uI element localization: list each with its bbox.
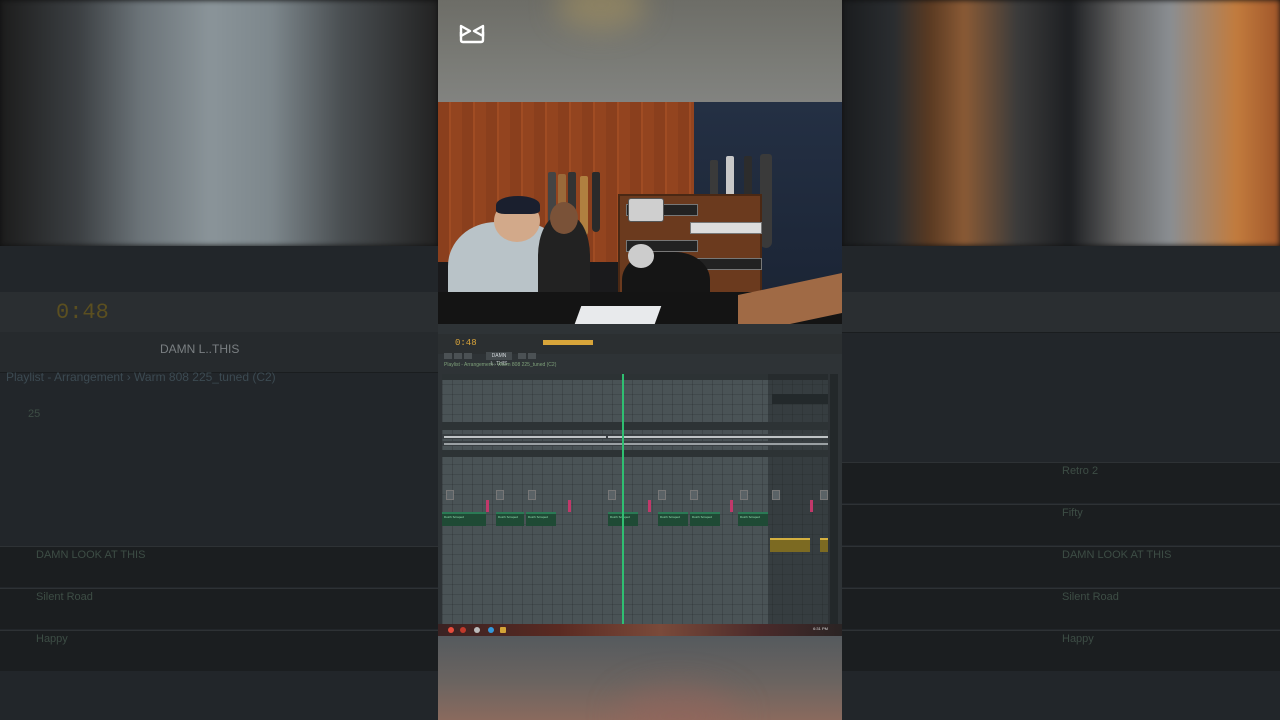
right-ghost-track-1-name: Retro 2 bbox=[1062, 465, 1099, 477]
playlist-title: Playlist - Arrangement › Warm 808 225_tu… bbox=[444, 362, 557, 368]
studio-video bbox=[438, 102, 842, 324]
left-ghost-track-3-name: Happy bbox=[36, 633, 68, 645]
left-ghost-track-1-name: DAMN LOOK AT THIS bbox=[36, 549, 146, 561]
guitar-icon bbox=[592, 172, 600, 232]
left-ghost-time: 0:48 bbox=[56, 300, 109, 325]
pattern-clip[interactable] bbox=[690, 490, 698, 500]
audio-clip-green[interactable]: Dutch Scraped bbox=[496, 512, 524, 526]
clip-label: Dutch Scraped bbox=[692, 515, 712, 519]
playlist-scrollbar[interactable] bbox=[830, 374, 838, 624]
right-ghost-track-1 bbox=[842, 462, 1280, 503]
left-ghost-pattern: DAMN L..THIS bbox=[160, 342, 240, 356]
play-button[interactable] bbox=[444, 353, 452, 359]
left-ghost-playlist-title: Playlist - Arrangement › Warm 808 225_tu… bbox=[6, 370, 276, 384]
record-button[interactable] bbox=[464, 353, 472, 359]
capcut-logo-icon bbox=[459, 24, 485, 44]
pattern-clip[interactable] bbox=[528, 490, 536, 500]
windows-taskbar: 6:31 PM bbox=[438, 624, 842, 636]
audio-clip-green[interactable]: Dutch Scraped bbox=[526, 512, 556, 526]
snap-button[interactable] bbox=[518, 353, 526, 359]
pattern-clip[interactable] bbox=[608, 490, 616, 500]
stop-button[interactable] bbox=[454, 353, 462, 359]
audio-clip[interactable] bbox=[444, 436, 606, 438]
pattern-selector[interactable]: DAMN L..THIS bbox=[486, 352, 512, 367]
fl-studio-screen: 0:48 DAMN L..THIS Playlist - Arrangement… bbox=[438, 324, 842, 636]
playhead[interactable] bbox=[622, 374, 624, 624]
left-blurred-daw: 0:48 DAMN L..THIS Playlist - Arrangement… bbox=[0, 246, 438, 720]
pattern-clip[interactable] bbox=[496, 490, 504, 500]
app-icon[interactable] bbox=[488, 627, 494, 633]
pattern-clip-pink[interactable] bbox=[730, 500, 733, 512]
audio-clip-yellow[interactable] bbox=[820, 538, 828, 552]
app-icon[interactable] bbox=[448, 627, 454, 633]
track-lane bbox=[772, 394, 828, 404]
clip-label: Dutch Scraped bbox=[528, 515, 548, 519]
pattern-clip[interactable] bbox=[740, 490, 748, 500]
audio-clip-green[interactable]: Dutch Scraped bbox=[738, 512, 768, 526]
person-middle-face bbox=[550, 202, 578, 234]
waveform-preview bbox=[543, 340, 593, 345]
cap bbox=[496, 196, 540, 214]
laptop bbox=[574, 306, 662, 324]
right-ghost-track-2-name: Fifty bbox=[1062, 507, 1083, 519]
right-ghost-track-5-name: Happy bbox=[1062, 633, 1094, 645]
app-icon[interactable] bbox=[474, 627, 480, 633]
pattern-clip[interactable] bbox=[446, 490, 454, 500]
boombox bbox=[628, 198, 664, 222]
audio-clip-yellow[interactable] bbox=[770, 538, 810, 552]
pattern-clip[interactable] bbox=[658, 490, 666, 500]
track-lane bbox=[442, 422, 828, 430]
audio-clip[interactable] bbox=[444, 443, 828, 445]
right-ghost-toolbar bbox=[842, 292, 1280, 333]
right-blurred-background: Retro 2 Fifty DAMN LOOK AT THIS Silent R… bbox=[842, 0, 1280, 720]
pattern-clip-pink[interactable] bbox=[486, 500, 489, 512]
tool-button[interactable] bbox=[528, 353, 536, 359]
right-blurred-daw: Retro 2 Fifty DAMN LOOK AT THIS Silent R… bbox=[842, 246, 1280, 720]
daw-toolbar bbox=[438, 334, 842, 354]
clip-label: Dutch Scraped bbox=[610, 515, 630, 519]
person-right-hat bbox=[628, 244, 654, 268]
right-ghost-track-2 bbox=[842, 504, 1280, 545]
left-ghost-bar-number: 25 bbox=[28, 408, 41, 420]
audio-clip-green[interactable]: Dutch Scraped bbox=[658, 512, 688, 526]
clip-label: Dutch Scraped bbox=[444, 515, 464, 519]
bottom-blur-area bbox=[438, 636, 842, 720]
pattern-clip-pink[interactable] bbox=[648, 500, 651, 512]
app-icon[interactable] bbox=[460, 627, 466, 633]
clip-label: Dutch Scraped bbox=[660, 515, 680, 519]
audio-clip[interactable] bbox=[608, 436, 828, 438]
fl-studio-icon[interactable] bbox=[500, 627, 506, 633]
song-time: 0:48 bbox=[455, 338, 477, 348]
video-frame: 0:48 DAMN L..THIS Playlist - Arrangement… bbox=[438, 0, 842, 720]
left-blurred-background: 0:48 DAMN L..THIS Playlist - Arrangement… bbox=[0, 0, 438, 720]
right-ghost-track-4 bbox=[842, 588, 1280, 629]
right-ghost-track-3-name: DAMN LOOK AT THIS bbox=[1062, 549, 1172, 561]
pattern-clip[interactable] bbox=[820, 490, 828, 500]
audio-clip-green[interactable]: Dutch Scraped bbox=[442, 512, 486, 526]
right-ghost-track-3 bbox=[842, 546, 1280, 587]
pattern-clip[interactable] bbox=[772, 490, 780, 500]
right-ghost-track-5 bbox=[842, 630, 1280, 671]
track-lane bbox=[442, 450, 828, 457]
pattern-clip-pink[interactable] bbox=[568, 500, 571, 512]
left-ghost-track-2-name: Silent Road bbox=[36, 591, 93, 603]
taskbar-clock: 6:31 PM bbox=[813, 626, 828, 631]
pattern-clip-pink[interactable] bbox=[810, 500, 813, 512]
right-ghost-track-4-name: Silent Road bbox=[1062, 591, 1119, 603]
right-blurred-photo bbox=[842, 0, 1280, 246]
left-blurred-photo bbox=[0, 0, 438, 246]
clip-label: Dutch Scraped bbox=[498, 515, 518, 519]
audio-clip-green[interactable]: Dutch Scraped bbox=[690, 512, 720, 526]
clip-label: Dutch Scraped bbox=[740, 515, 760, 519]
top-blur-area bbox=[438, 0, 842, 102]
